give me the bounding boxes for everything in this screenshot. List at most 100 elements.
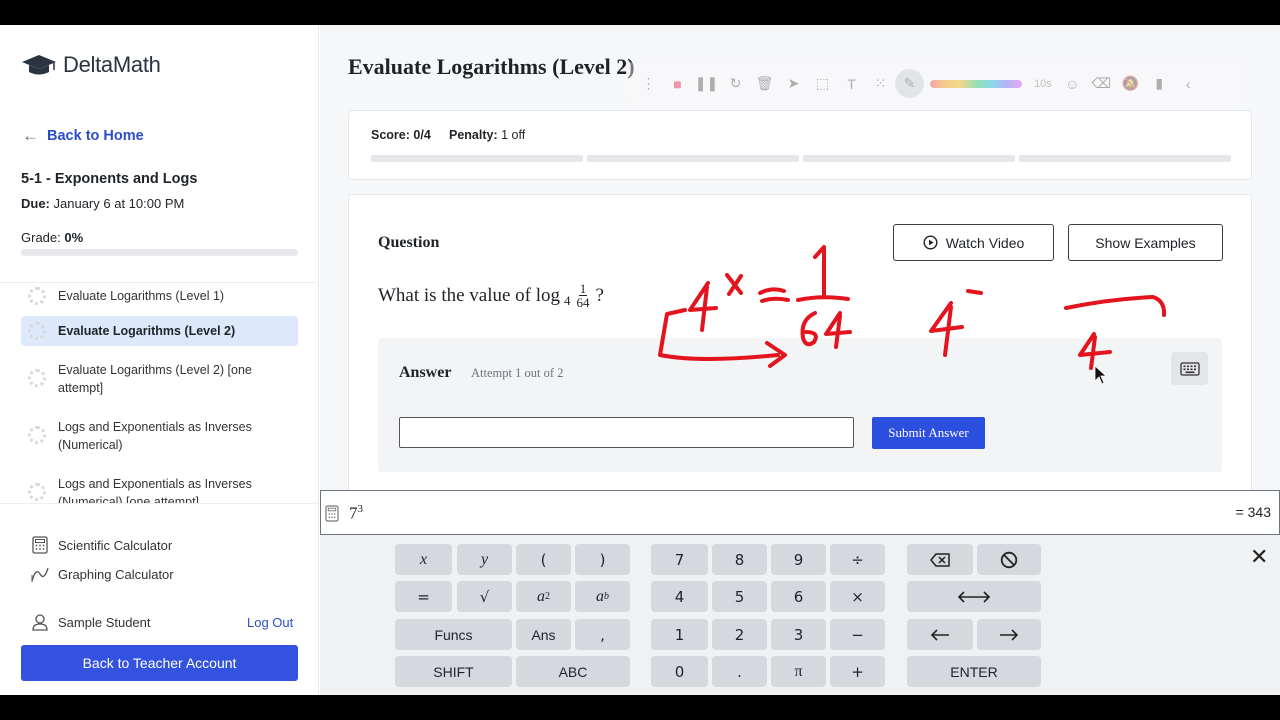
skill-label: Evaluate Logarithms (Level 1) — [58, 289, 225, 303]
text-icon[interactable]: T — [837, 69, 866, 98]
key-0[interactable]: 0 — [651, 656, 708, 687]
skill-label: Logs and Exponentials as Inverses (Numer… — [58, 420, 252, 452]
page-title: Evaluate Logarithms (Level 2) — [348, 54, 635, 79]
scientific-calculator-label: Scientific Calculator — [58, 537, 173, 553]
graphing-calculator-link[interactable]: Graphing Calculator — [31, 565, 174, 583]
skill-item[interactable]: Logs and Exponentials as Inverses (Numer… — [21, 469, 298, 504]
skill-item[interactable]: Logs and Exponentials as Inverses (Numer… — [21, 412, 298, 460]
timer-text: 10s — [1034, 77, 1052, 90]
key-9[interactable]: 9 — [771, 544, 826, 575]
pointer-icon[interactable]: ➤ — [779, 69, 808, 98]
question-prefix: What is the value of log — [378, 284, 561, 306]
grade: Grade: 0% — [21, 230, 83, 245]
back-to-teacher-button[interactable]: Back to Teacher Account — [21, 645, 298, 681]
question-label: Question — [378, 234, 440, 251]
progress-ring-icon — [28, 322, 46, 340]
key-minus[interactable]: − — [830, 619, 885, 650]
play-icon — [923, 235, 938, 250]
back-to-home-label: Back to Home — [47, 128, 144, 144]
key-divide[interactable]: ÷ — [830, 544, 885, 575]
scientific-calculator-link[interactable]: Scientific Calculator — [31, 536, 172, 554]
clear-key[interactable] — [977, 544, 1041, 575]
emoji-icon[interactable]: ☺ — [1058, 69, 1087, 98]
pen-icon[interactable]: ✎ — [895, 69, 924, 98]
due-label: Due: — [21, 196, 50, 211]
key-funcs[interactable]: Funcs — [395, 619, 512, 650]
arrow-left-icon: ← — [22, 126, 39, 145]
question-suffix: ? — [595, 284, 604, 306]
camera-icon[interactable]: ▮ — [1145, 69, 1174, 98]
progress-segment — [1019, 155, 1231, 162]
restart-icon[interactable]: ↻ — [721, 69, 750, 98]
expression-base: 7 — [349, 503, 358, 523]
key-plus[interactable]: + — [830, 656, 885, 687]
score-value: 0/4 — [413, 128, 431, 142]
collapse-icon[interactable]: ‹ — [1174, 69, 1203, 98]
key-decimal[interactable]: . — [712, 656, 767, 687]
watch-video-button[interactable]: Watch Video — [893, 224, 1054, 261]
key-7[interactable]: 7 — [651, 544, 708, 575]
key-2[interactable]: 2 — [712, 619, 767, 650]
key-6[interactable]: 6 — [771, 581, 826, 612]
show-examples-button[interactable]: Show Examples — [1068, 224, 1223, 261]
key-5[interactable]: 5 — [712, 581, 767, 612]
calculator-expression[interactable]: 73 — [349, 503, 363, 524]
skill-item-active[interactable]: Evaluate Logarithms (Level 2) — [21, 316, 298, 346]
key-left-right[interactable] — [907, 581, 1041, 612]
eraser-icon[interactable]: ⌫ — [1087, 69, 1116, 98]
submit-answer-button[interactable]: Submit Answer — [872, 417, 985, 449]
key-1[interactable]: 1 — [651, 619, 708, 650]
key-left-paren[interactable]: ( — [516, 544, 571, 575]
left-right-arrow-icon — [957, 590, 991, 603]
key-comma[interactable]: , — [575, 619, 630, 650]
close-calculator-icon[interactable]: ✕ — [1250, 544, 1268, 570]
key-right[interactable] — [977, 619, 1041, 650]
annotation-toolbar: ⋮ ■ ❚❚ ↻ 🗑 ➤ ⬚ T ⁙ ✎ 10s ☺ ⌫ 🔕 ▮ ‹ — [626, 62, 1244, 105]
key-4[interactable]: 4 — [651, 581, 708, 612]
logout-link[interactable]: Log Out — [247, 615, 293, 630]
skill-item[interactable]: Evaluate Logarithms (Level 1) — [21, 283, 298, 311]
key-square[interactable]: a2 — [516, 581, 571, 612]
key-equals[interactable]: = — [395, 581, 452, 612]
progress-ring-icon — [28, 426, 46, 444]
drag-handle-icon[interactable]: ⋮ — [634, 69, 663, 98]
calculator-bar[interactable]: 73 = 343 — [320, 490, 1280, 535]
pause-icon[interactable]: ❚❚ — [692, 69, 721, 98]
key-power-exp: b — [604, 591, 609, 602]
score-label: Score: — [371, 128, 410, 142]
key-power[interactable]: ab — [575, 581, 630, 612]
key-3[interactable]: 3 — [771, 619, 826, 650]
skill-item[interactable]: Evaluate Logarithms (Level 2) [one attem… — [21, 355, 298, 403]
key-shift[interactable]: SHIFT — [395, 656, 512, 687]
penalty-value: 1 off — [501, 128, 526, 142]
color-slider[interactable] — [930, 79, 1022, 88]
answer-input[interactable] — [399, 417, 854, 448]
key-y[interactable]: y — [457, 544, 512, 575]
key-x[interactable]: x — [395, 544, 452, 575]
key-multiply[interactable]: × — [830, 581, 885, 612]
skill-list[interactable]: Evaluate Logarithms (Level 1) Evaluate L… — [0, 282, 319, 504]
key-abc[interactable]: ABC — [516, 656, 630, 687]
key-square-exp: 2 — [545, 591, 550, 602]
key-sqrt[interactable]: √ — [457, 581, 512, 612]
key-pi[interactable]: π — [771, 656, 826, 687]
backspace-key[interactable] — [907, 544, 973, 575]
arrow-left-icon — [930, 628, 949, 641]
key-enter[interactable]: ENTER — [907, 656, 1041, 687]
skill-label: Logs and Exponentials as Inverses (Numer… — [58, 477, 252, 504]
stop-icon[interactable]: ■ — [663, 69, 692, 98]
key-8[interactable]: 8 — [712, 544, 767, 575]
back-to-home-link[interactable]: ← Back to Home — [22, 126, 144, 146]
key-right-paren[interactable]: ) — [575, 544, 630, 575]
key-left[interactable] — [907, 619, 973, 650]
question-text: What is the value of log 4 1 64 ? — [378, 282, 604, 309]
graph-icon — [31, 567, 49, 582]
expression-exponent: 3 — [357, 503, 364, 515]
mute-icon[interactable]: 🔕 — [1116, 69, 1145, 98]
key-ans[interactable]: Ans — [516, 619, 571, 650]
grid-icon[interactable]: ⁙ — [866, 69, 895, 98]
trash-icon[interactable]: 🗑 — [750, 69, 779, 98]
keyboard-toggle-button[interactable] — [1171, 352, 1208, 385]
logo[interactable]: DeltaMath — [21, 52, 161, 78]
select-icon[interactable]: ⬚ — [808, 69, 837, 98]
